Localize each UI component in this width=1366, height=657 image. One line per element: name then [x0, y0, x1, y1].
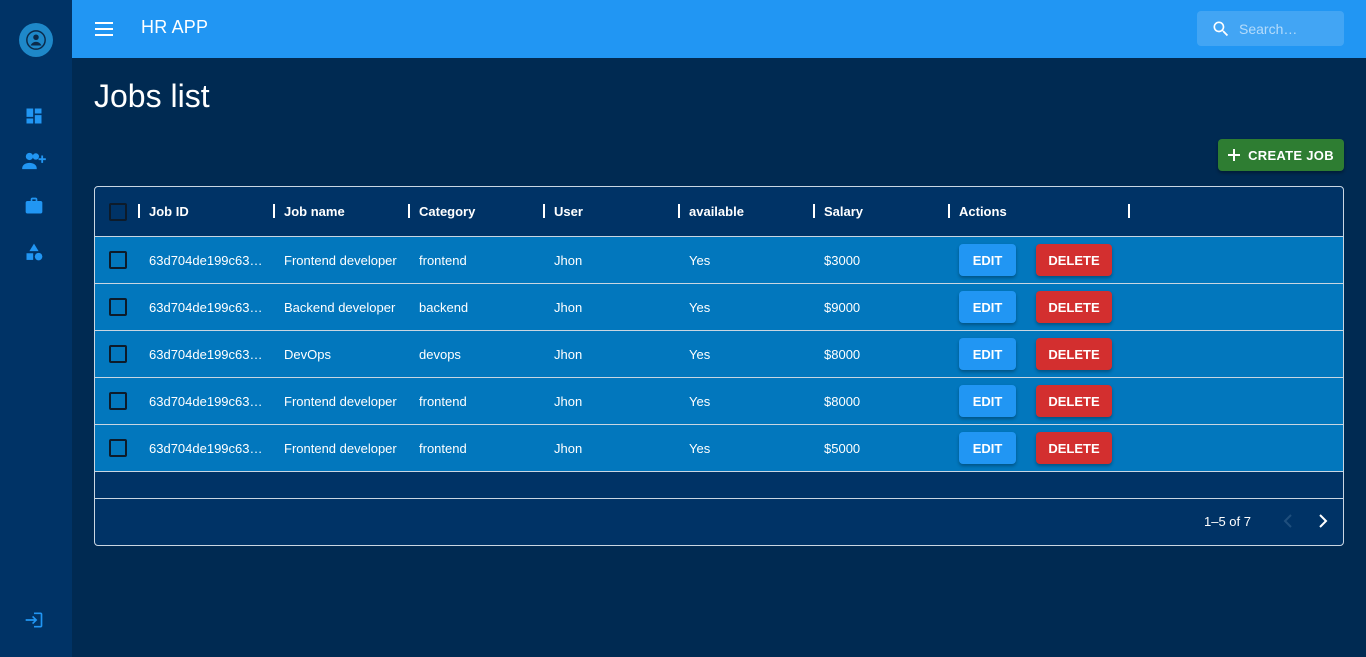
table-row[interactable]: 63d704de199c631… Frontend developer fron…: [95, 237, 1343, 284]
create-job-button[interactable]: CREATE JOB: [1218, 139, 1344, 171]
cell-salary: $3000: [824, 253, 861, 268]
person-add-icon: [22, 152, 46, 170]
briefcase-icon: [25, 197, 43, 214]
delete-button[interactable]: DELETE: [1036, 432, 1112, 464]
delete-button[interactable]: DELETE: [1036, 385, 1112, 417]
table-row[interactable]: 63d704de199c631… DevOps devops Jhon Yes …: [95, 331, 1343, 378]
app-title: HR APP: [141, 17, 209, 37]
column-separator[interactable]: [948, 204, 950, 218]
cell-category: frontend: [419, 394, 467, 409]
next-page-button[interactable]: [1311, 509, 1335, 533]
cell-salary: $8000: [824, 394, 861, 409]
cell-user: Jhon: [554, 441, 583, 456]
cell-job-name: DevOps: [284, 347, 331, 362]
edit-button[interactable]: EDIT: [959, 291, 1016, 323]
edit-button[interactable]: EDIT: [959, 432, 1016, 464]
row-checkbox[interactable]: [109, 298, 127, 316]
app-header: HR APP: [72, 0, 1366, 58]
cell-category: frontend: [419, 253, 467, 268]
app-logo-icon: [19, 23, 53, 57]
cell-job-name: Frontend developer: [284, 394, 397, 409]
plus-icon: [1228, 149, 1241, 161]
column-header-job-id[interactable]: Job ID: [149, 204, 189, 219]
cell-category: devops: [419, 347, 461, 362]
previous-page-button[interactable]: [1276, 509, 1300, 533]
column-separator[interactable]: [543, 204, 545, 218]
table-header: Job ID Job name Category User available …: [95, 187, 1343, 237]
cell-job-name: Frontend developer: [284, 441, 397, 456]
cell-job-id: 63d704de199c631…: [149, 253, 269, 268]
select-all-checkbox[interactable]: [109, 203, 127, 221]
edit-button[interactable]: EDIT: [959, 385, 1016, 417]
table-row[interactable]: 63d704de199c631… Frontend developer fron…: [95, 378, 1343, 425]
search-input[interactable]: [1239, 11, 1339, 46]
logout-button[interactable]: [22, 608, 46, 632]
pagination-label: 1–5 of 7: [1204, 514, 1251, 529]
column-header-job-name[interactable]: Job name: [284, 204, 345, 219]
sidebar-item-dashboard[interactable]: [22, 104, 46, 128]
row-checkbox[interactable]: [109, 439, 127, 457]
chevron-left-icon: [1283, 514, 1292, 528]
cell-available: Yes: [689, 253, 711, 268]
dashboard-icon: [26, 108, 42, 124]
table-row[interactable]: 63d704de199c631… Backend developer backe…: [95, 284, 1343, 331]
sidebar: [0, 0, 72, 657]
cell-user: Jhon: [554, 347, 583, 362]
column-header-actions: Actions: [959, 204, 1007, 219]
cell-available: Yes: [689, 441, 711, 456]
cell-salary: $5000: [824, 441, 861, 456]
delete-button[interactable]: DELETE: [1036, 291, 1112, 323]
edit-button[interactable]: EDIT: [959, 244, 1016, 276]
search-box[interactable]: [1197, 11, 1344, 46]
cell-salary: $9000: [824, 300, 861, 315]
column-header-category[interactable]: Category: [419, 204, 475, 219]
logout-icon: [25, 612, 43, 628]
cell-job-name: Frontend developer: [284, 253, 397, 268]
row-checkbox[interactable]: [109, 251, 127, 269]
column-header-salary[interactable]: Salary: [824, 204, 863, 219]
search-icon: [1213, 21, 1229, 37]
cell-available: Yes: [689, 394, 711, 409]
column-separator[interactable]: [678, 204, 680, 218]
cell-category: backend: [419, 300, 469, 315]
edit-button[interactable]: EDIT: [959, 338, 1016, 370]
menu-button[interactable]: [92, 17, 116, 41]
cell-job-name: Backend developer: [284, 300, 396, 315]
chevron-right-icon: [1319, 514, 1328, 528]
column-header-available[interactable]: available: [689, 204, 744, 219]
cell-job-id: 63d704de199c631…: [149, 394, 269, 409]
delete-button[interactable]: DELETE: [1036, 244, 1112, 276]
column-header-user[interactable]: User: [554, 204, 583, 219]
menu-icon: [95, 22, 113, 36]
column-separator[interactable]: [408, 204, 410, 218]
jobs-table: Job ID Job name Category User available …: [94, 186, 1344, 546]
cell-job-id: 63d704de199c631…: [149, 300, 269, 315]
row-checkbox[interactable]: [109, 392, 127, 410]
cell-job-id: 63d704de199c631…: [149, 441, 269, 456]
cell-available: Yes: [689, 347, 711, 362]
sidebar-item-categories[interactable]: [22, 240, 46, 264]
create-job-label: CREATE JOB: [1248, 147, 1334, 163]
cell-user: Jhon: [554, 300, 583, 315]
cell-user: Jhon: [554, 253, 583, 268]
sidebar-item-jobs[interactable]: [22, 194, 46, 218]
category-shapes-icon: [26, 243, 43, 261]
column-separator[interactable]: [1128, 204, 1130, 218]
cell-user: Jhon: [554, 394, 583, 409]
cell-available: Yes: [689, 300, 711, 315]
sidebar-item-users[interactable]: [22, 149, 46, 173]
table-filler: [95, 472, 1343, 499]
column-separator[interactable]: [138, 204, 140, 218]
table-row[interactable]: 63d704de199c631… Frontend developer fron…: [95, 425, 1343, 472]
column-separator[interactable]: [273, 204, 275, 218]
delete-button[interactable]: DELETE: [1036, 338, 1112, 370]
row-checkbox[interactable]: [109, 345, 127, 363]
cell-job-id: 63d704de199c631…: [149, 347, 269, 362]
cell-salary: $8000: [824, 347, 861, 362]
column-separator[interactable]: [813, 204, 815, 218]
page-title: Jobs list: [94, 78, 210, 114]
cell-category: frontend: [419, 441, 467, 456]
